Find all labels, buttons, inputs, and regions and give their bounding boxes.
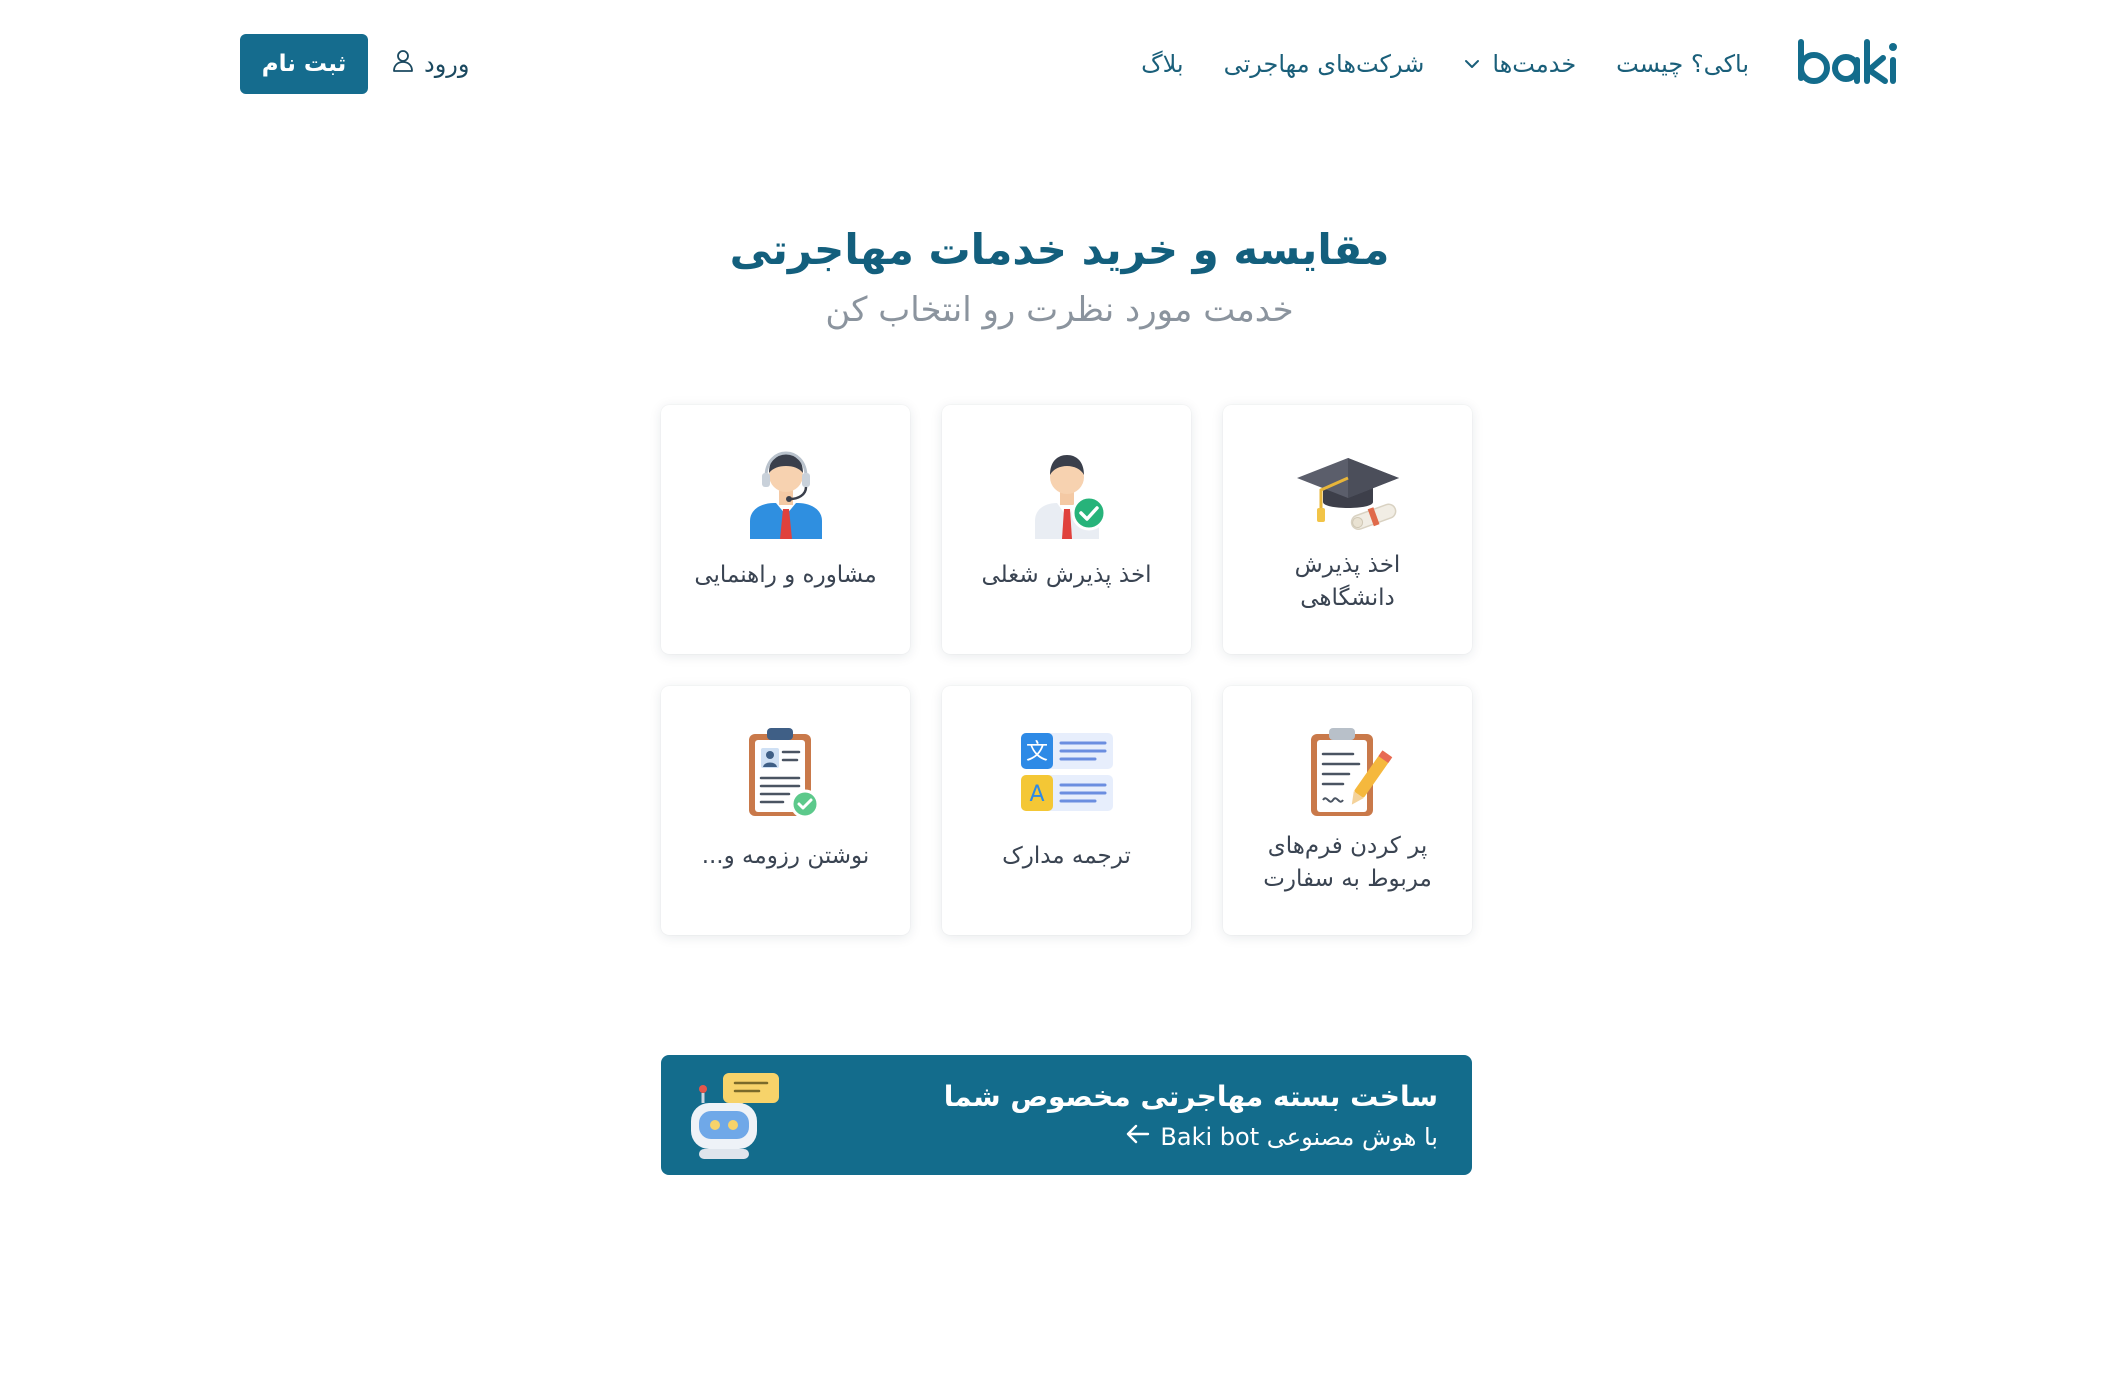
user-icon xyxy=(392,49,414,79)
baki-logo-mark xyxy=(1798,39,1897,84)
svg-text:文: 文 xyxy=(1025,740,1047,765)
employee-approved-icon xyxy=(1012,441,1122,541)
service-label: اخذ پذیرش شغلی xyxy=(981,562,1152,588)
baki-logo[interactable] xyxy=(1795,34,1899,94)
nav-what-is-baki-label: باکی؟ چیست xyxy=(1616,50,1749,78)
arrow-left-icon xyxy=(1124,1123,1150,1151)
nav-services[interactable]: خدمت‌ها xyxy=(1464,50,1576,78)
baki-bot-banner[interactable]: ساخت بسته مهاجرتی مخصوص شما با هوش مصنوع… xyxy=(661,1055,1472,1175)
banner-text: ساخت بسته مهاجرتی مخصوص شما با هوش مصنوع… xyxy=(944,1080,1438,1151)
translate-icon: 文 A xyxy=(1012,722,1122,822)
header-right: باکی؟ چیست خدمت‌ها شرکت‌های مهاجرتی بلاگ xyxy=(1141,34,1899,94)
svg-text:A: A xyxy=(1029,782,1044,807)
robot-chat-icon xyxy=(689,1069,779,1161)
chevron-down-icon xyxy=(1464,59,1480,69)
page-title: مقایسه و خرید خدمات مهاجرتی xyxy=(729,225,1390,274)
banner-title: ساخت بسته مهاجرتی مخصوص شما xyxy=(943,1079,1438,1113)
login-link[interactable]: ورود xyxy=(392,49,469,79)
service-label: نوشتن رزومه و... xyxy=(701,843,870,869)
nav-blog[interactable]: بلاگ xyxy=(1141,50,1183,78)
resume-icon xyxy=(731,722,841,822)
service-card-translation[interactable]: 文 A ترجمه مدارک xyxy=(942,686,1191,935)
header-left: ورود ثبت نام xyxy=(240,34,469,94)
login-label: ورود xyxy=(424,50,470,78)
signup-button[interactable]: ثبت نام xyxy=(240,34,368,94)
page-subtitle: خدمت مورد نظرت رو انتخاب کن xyxy=(825,290,1294,330)
graduation-cap-icon xyxy=(1293,441,1403,541)
nav-immigration-companies[interactable]: شرکت‌های مهاجرتی xyxy=(1224,50,1425,78)
service-card-resume[interactable]: نوشتن رزومه و... xyxy=(661,686,910,935)
services-grid: اخذ پذیرش دانشگاهی اخذ پذیرش شغلی مشاوره… xyxy=(661,405,1472,935)
nav-blog-label: بلاگ xyxy=(1141,50,1184,78)
service-label: مشاوره و راهنمایی xyxy=(694,562,877,588)
clipboard-form-icon xyxy=(1293,722,1403,822)
banner-subtitle-text: با هوش مصنوعی Baki bot xyxy=(1160,1122,1438,1151)
service-card-embassy-forms[interactable]: پر کردن فرم‌های مربوط به سفارت xyxy=(1223,686,1472,935)
nav-services-label: خدمت‌ها xyxy=(1492,50,1577,78)
main-nav: باکی؟ چیست خدمت‌ها شرکت‌های مهاجرتی بلاگ xyxy=(1141,50,1749,78)
service-label: ترجمه مدارک xyxy=(1002,843,1131,869)
service-label: پر کردن فرم‌های مربوط به سفارت xyxy=(1263,833,1432,893)
banner-subtitle: با هوش مصنوعی Baki bot xyxy=(944,1123,1438,1151)
service-card-consultation[interactable]: مشاوره و راهنمایی xyxy=(661,405,910,654)
nav-what-is-baki[interactable]: باکی؟ چیست xyxy=(1616,50,1749,78)
nav-immigration-companies-label: شرکت‌های مهاجرتی xyxy=(1223,50,1425,78)
support-agent-icon xyxy=(731,441,841,541)
page: باکی؟ چیست خدمت‌ها شرکت‌های مهاجرتی بلاگ xyxy=(0,0,2119,1385)
hero: مقایسه و خرید خدمات مهاجرتی خدمت مورد نظ… xyxy=(0,225,2119,330)
service-card-job-admission[interactable]: اخذ پذیرش شغلی xyxy=(942,405,1191,654)
site-header: باکی؟ چیست خدمت‌ها شرکت‌های مهاجرتی بلاگ xyxy=(240,28,1899,100)
service-label: اخذ پذیرش دانشگاهی xyxy=(1294,552,1401,612)
service-card-university-admission[interactable]: اخذ پذیرش دانشگاهی xyxy=(1223,405,1472,654)
